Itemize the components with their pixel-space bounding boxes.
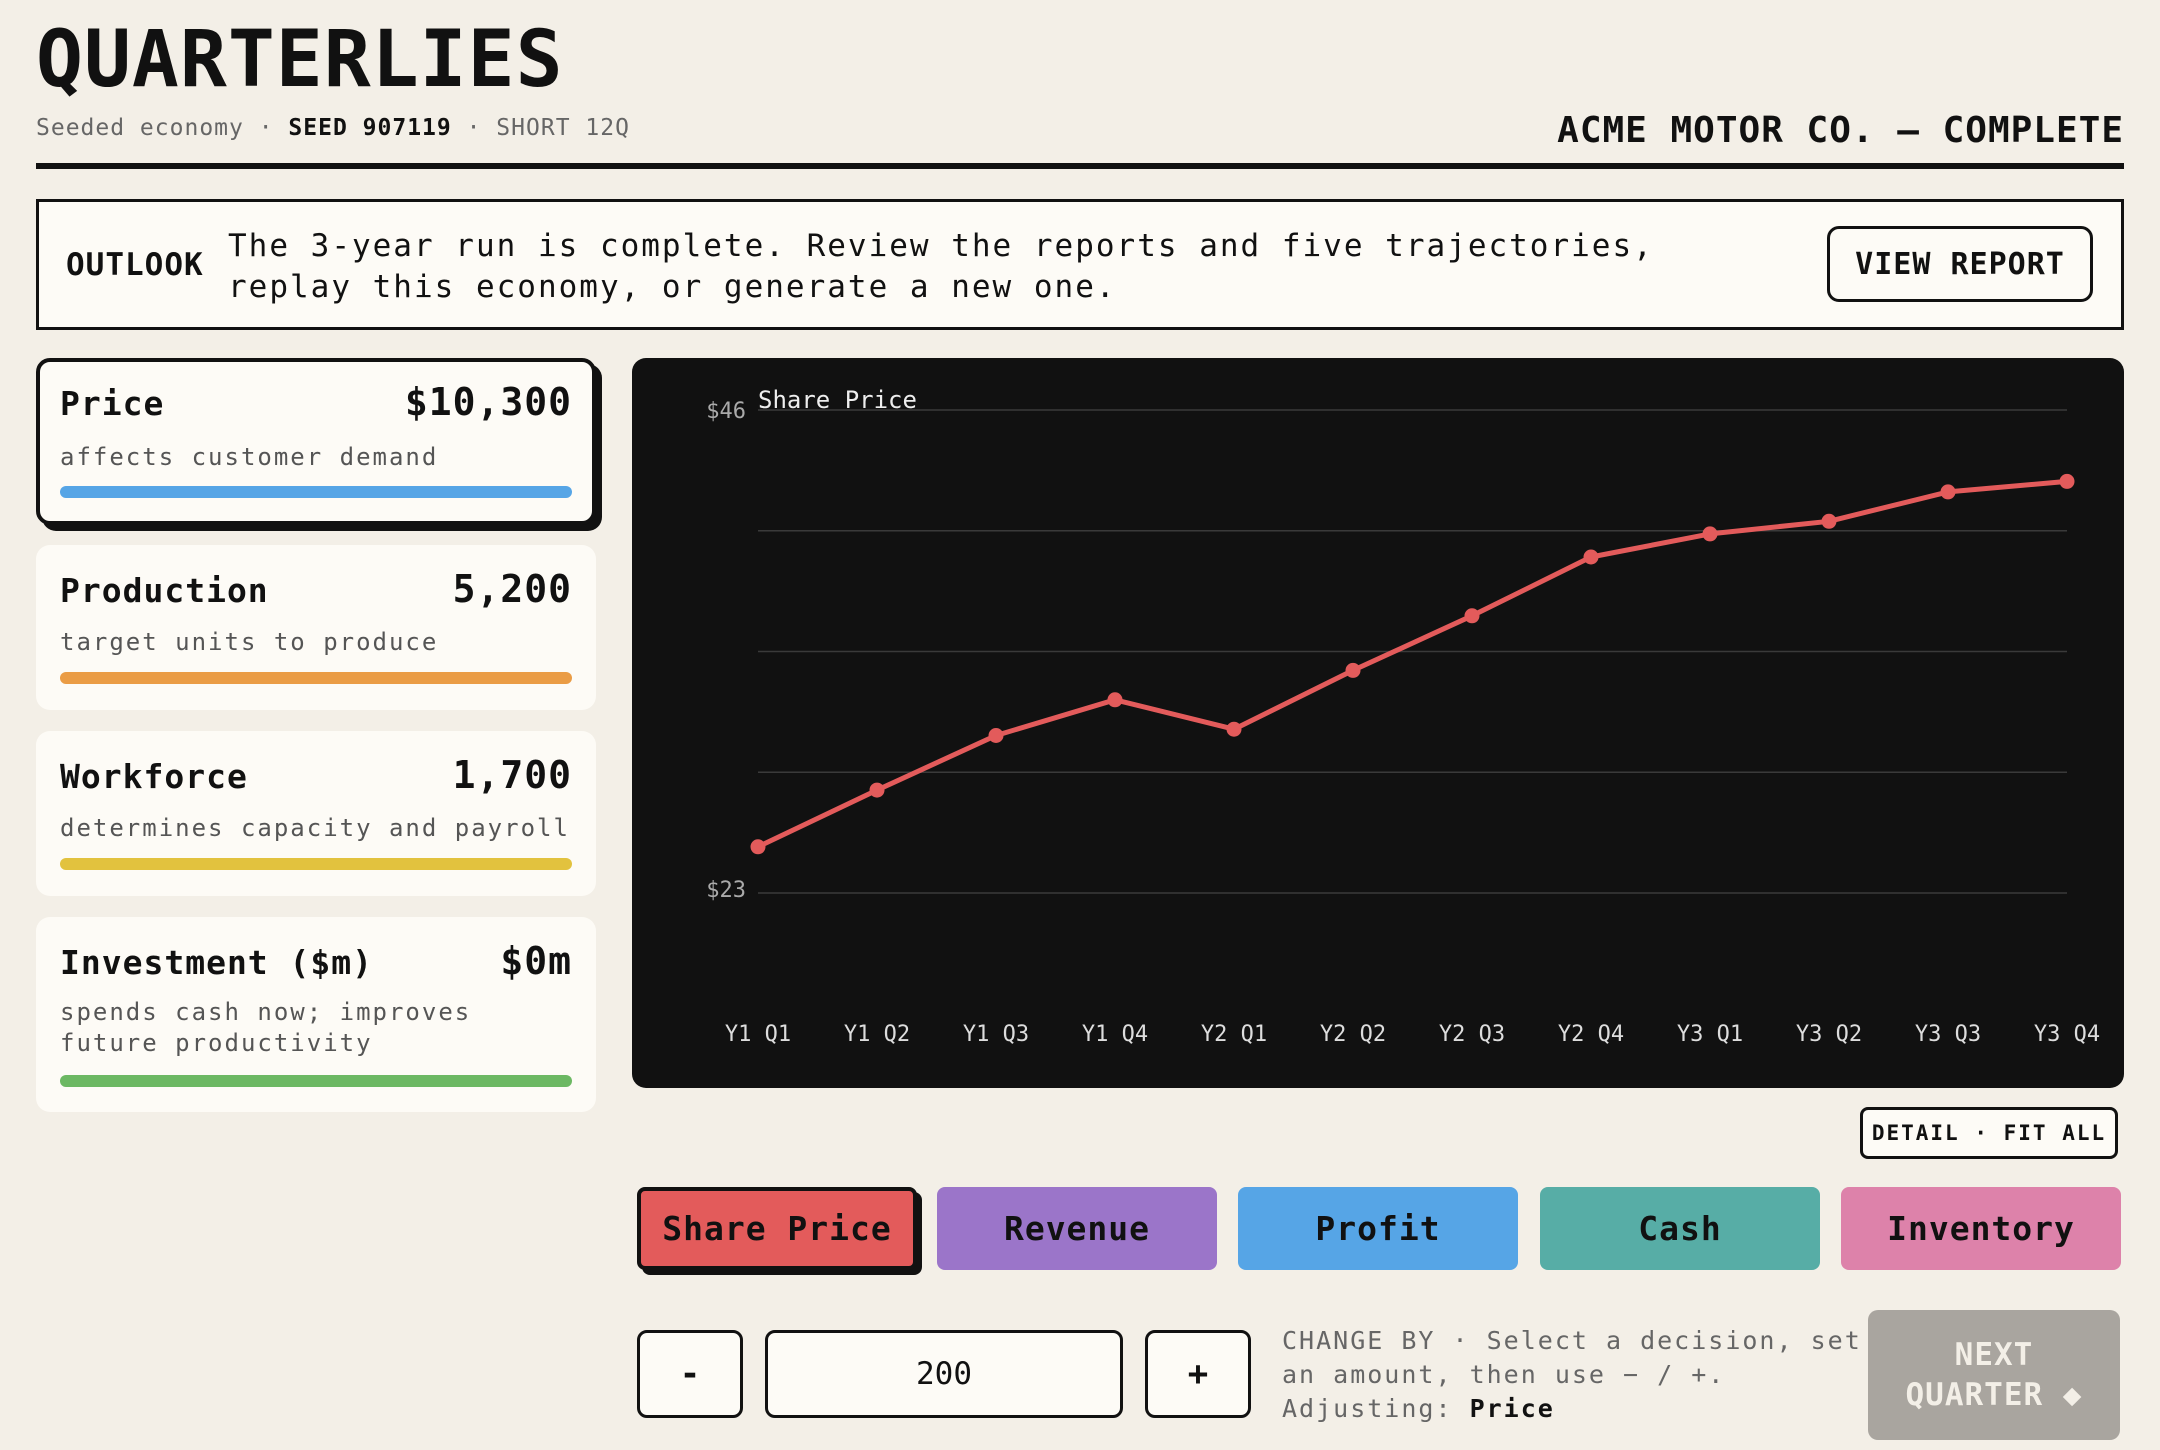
decision-color-bar: [60, 858, 572, 870]
next-label-line2: QUARTER ◆: [1905, 1377, 2083, 1413]
x-tick-label: Y2 Q4: [1558, 1022, 1624, 1047]
data-point: [2059, 473, 2075, 489]
outlook-text: The 3-year run is complete. Review the r…: [228, 228, 1654, 305]
decision-title: Production: [60, 571, 269, 610]
metric-tab-revenue[interactable]: Revenue: [937, 1187, 1217, 1270]
decrease-button[interactable]: -: [637, 1330, 743, 1418]
x-tick-label: Y1 Q4: [1082, 1022, 1148, 1047]
decision-title: Investment ($m): [60, 943, 374, 982]
decision-color-bar: [60, 672, 572, 684]
data-point: [1345, 662, 1361, 678]
adjusting-value: Price: [1469, 1394, 1555, 1423]
outlook-banner: OUTLOOK The 3-year run is complete. Revi…: [36, 199, 2124, 330]
decision-color-bar: [60, 486, 572, 498]
data-point: [750, 839, 766, 855]
detail-fit-toggle[interactable]: DETAIL · FIT ALL: [1860, 1107, 2118, 1159]
decision-value: $10,300: [404, 380, 572, 424]
next-quarter-button[interactable]: NEXT QUARTER ◆: [1868, 1310, 2120, 1440]
metric-tab-cash[interactable]: Cash: [1540, 1187, 1820, 1270]
decision-card-price[interactable]: Price $10,300 affects customer demand: [36, 358, 596, 525]
decision-value: 1,700: [452, 753, 572, 797]
increase-button[interactable]: +: [1145, 1330, 1251, 1418]
decision-description: affects customer demand: [60, 443, 439, 471]
x-tick-label: Y2 Q2: [1320, 1022, 1386, 1047]
data-point: [869, 782, 885, 798]
subtitle-prefix: Seeded economy ·: [36, 115, 274, 141]
decision-value: $0m: [500, 939, 572, 983]
x-tick-label: Y1 Q3: [963, 1022, 1029, 1047]
data-point: [1107, 692, 1123, 708]
data-point: [1464, 608, 1480, 624]
outlook-label: OUTLOOK: [66, 247, 204, 283]
share-price-line: [756, 478, 2068, 850]
data-point: [1583, 549, 1599, 565]
decision-card-workforce[interactable]: Workforce 1,700 determines capacity and …: [36, 731, 596, 896]
decision-value: 5,200: [452, 567, 572, 611]
x-tick-label: Y2 Q3: [1439, 1022, 1505, 1047]
header-divider: [36, 163, 2124, 169]
decision-description: spends cash now; improves future product…: [60, 998, 472, 1057]
next-label-line1: NEXT: [1954, 1337, 2034, 1373]
app-title: QUARTERLIES: [36, 15, 564, 105]
seed-label: SEED 907119: [288, 115, 452, 141]
metric-tab-share-price[interactable]: Share Price: [637, 1187, 917, 1270]
company-status: ACME MOTOR CO. — COMPLETE: [1557, 110, 2124, 151]
x-tick-label: Y1 Q1: [725, 1022, 791, 1047]
x-tick-label: Y3 Q3: [1915, 1022, 1981, 1047]
data-point: [1226, 721, 1242, 737]
x-tick-label: Y1 Q2: [844, 1022, 910, 1047]
decision-description: target units to produce: [60, 628, 439, 656]
metric-tab-inventory[interactable]: Inventory: [1841, 1187, 2121, 1270]
decision-card-investment[interactable]: Investment ($m) $0m spends cash now; imp…: [36, 917, 596, 1112]
economy-subtitle: Seeded economy · SEED 907119 · SHORT 12Q: [36, 115, 630, 141]
change-by-help: CHANGE BY · Select a decision, set an am…: [1282, 1324, 1862, 1426]
decision-description: determines capacity and payroll: [60, 814, 570, 842]
data-point: [1940, 484, 1956, 500]
view-report-button[interactable]: VIEW REPORT: [1827, 226, 2093, 302]
x-tick-label: Y3 Q4: [2034, 1022, 2100, 1047]
help-text: CHANGE BY · Select a decision, set an am…: [1282, 1326, 1862, 1389]
share-price-chart: Share Price $46 $23 Y1 Q1 Y1 Q2 Y1 Q3 Y1 Q4 Y…: [632, 358, 2124, 1088]
x-tick-label: Y3 Q1: [1677, 1022, 1743, 1047]
chart-canvas: Share Price $46$23 Y1 Q1 Y1 Q2 Y1 Q3 Y1 Q4 Y…: [706, 386, 2100, 1047]
x-tick-label: Y3 Q2: [1796, 1022, 1862, 1047]
data-point: [988, 728, 1004, 743]
y-axis-max-label: $46: [706, 399, 746, 424]
decision-title: Workforce: [60, 757, 248, 796]
subtitle-suffix: · SHORT 12Q: [466, 115, 630, 141]
x-tick-label: Y2 Q1: [1201, 1022, 1267, 1047]
y-axis-min-label: $23: [706, 878, 746, 903]
decision-card-production[interactable]: Production 5,200 target units to produce: [36, 545, 596, 710]
data-point: [1702, 526, 1718, 542]
decision-title: Price: [60, 384, 165, 423]
adjusting-label: Adjusting:: [1282, 1394, 1453, 1423]
decision-color-bar: [60, 1075, 572, 1087]
change-amount-input[interactable]: [765, 1330, 1123, 1418]
app-header: QUARTERLIES Seeded economy · SEED 907119…: [36, 14, 2124, 170]
data-point: [1821, 513, 1837, 529]
metric-tab-profit[interactable]: Profit: [1238, 1187, 1518, 1270]
